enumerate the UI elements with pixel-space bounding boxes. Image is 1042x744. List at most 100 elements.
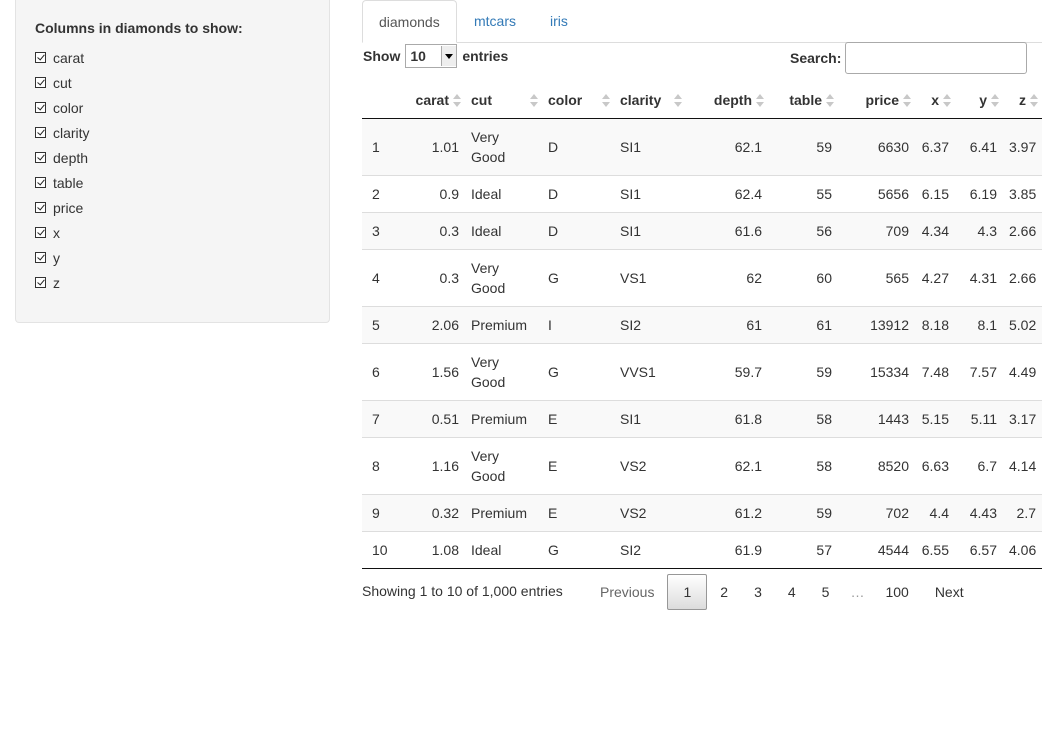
table-row[interactable]: 4 0.3 Very Good G VS1 62 60 565 4.27 4.31 2.66 [362, 249, 1042, 307]
checkbox-checked-icon[interactable] [35, 127, 46, 138]
table-cell: 6.37 [915, 118, 955, 176]
table-cell: 57 [768, 531, 838, 569]
table-cell: Very Good [465, 249, 542, 307]
checkbox-checked-icon[interactable] [35, 202, 46, 213]
column-checkbox-color[interactable]: color [35, 95, 90, 120]
table-cell: VS2 [614, 437, 686, 495]
checkbox-label: price [53, 199, 84, 216]
page-button-4[interactable]: 4 [775, 575, 809, 609]
column-header-label: price [865, 92, 899, 108]
table-cell: 13912 [838, 306, 915, 344]
column-checkbox-table[interactable]: table [35, 170, 90, 195]
table-cell: 62.1 [686, 437, 768, 495]
previous-page-button[interactable]: Previous [587, 575, 667, 609]
table-cell: 0.3 [409, 249, 465, 307]
table-cell: 61.9 [686, 531, 768, 569]
table-row[interactable]: 6 1.56 Very Good G VVS1 59.7 59 15334 7.48 7.57 4.… [362, 343, 1042, 401]
column-checkbox-y[interactable]: y [35, 245, 90, 270]
column-header-carat[interactable]: carat [409, 82, 465, 119]
table-row[interactable]: 3 0.3 Ideal D SI1 61.6 56 709 4.34 4.3 2.66 [362, 212, 1042, 250]
column-header-label: z [1019, 92, 1026, 108]
table-cell: VS2 [614, 494, 686, 532]
checkbox-label: depth [53, 149, 89, 166]
table-row[interactable]: 1 1.01 Very Good D SI1 62.1 59 6630 6.37 6.41 3.97 [362, 118, 1042, 176]
column-checkbox-clarity[interactable]: clarity [35, 120, 90, 145]
table-cell: 4544 [838, 531, 915, 569]
table-cell: 5.02 [1003, 306, 1042, 344]
table-row[interactable]: 2 0.9 Ideal D SI1 62.4 55 5656 6.15 6.19 3.85 [362, 175, 1042, 213]
page-button-5[interactable]: 5 [809, 575, 843, 609]
table-cell: 58 [768, 437, 838, 495]
tab-mtcars[interactable]: mtcars [458, 0, 532, 42]
column-header-z[interactable]: z [1003, 82, 1042, 119]
page-button-last[interactable]: 100 [872, 575, 921, 609]
table-cell: 5.11 [955, 400, 1003, 438]
column-checkbox-cut[interactable]: cut [35, 70, 90, 95]
column-header-y[interactable]: y [955, 82, 1003, 119]
checkbox-checked-icon[interactable] [35, 252, 46, 263]
page-button-3[interactable]: 3 [741, 575, 775, 609]
table-cell: 6.15 [915, 175, 955, 213]
checkbox-checked-icon[interactable] [35, 152, 46, 163]
checkbox-checked-icon[interactable] [35, 102, 46, 113]
sort-icon [826, 94, 834, 108]
checkbox-checked-icon[interactable] [35, 77, 46, 88]
table-cell: 8.18 [915, 306, 955, 344]
table-cell: Premium [465, 494, 542, 532]
table-cell: Ideal [465, 531, 542, 569]
checkbox-checked-icon[interactable] [35, 277, 46, 288]
checkbox-label: cut [53, 74, 72, 91]
search-input[interactable] [845, 42, 1027, 74]
table-row[interactable]: 7 0.51 Premium E SI1 61.8 58 1443 5.15 5.11 3.17 [362, 400, 1042, 438]
column-header-cut[interactable]: cut [465, 82, 542, 119]
table-cell: 61.2 [686, 494, 768, 532]
table-cell: G [542, 249, 614, 307]
column-header-price[interactable]: price [838, 82, 915, 119]
table-cell: 6 [362, 343, 409, 401]
table-cell: 2.7 [1003, 494, 1042, 532]
table-header-row: carat cut color clarity depth table price x y z [362, 82, 1042, 119]
table-cell: 6.7 [955, 437, 1003, 495]
column-header-depth[interactable]: depth [686, 82, 768, 119]
length-control: Show 10 entries [363, 44, 508, 68]
table-body: 1 1.01 Very Good D SI1 62.1 59 6630 6.37 6.41 3.97… [362, 118, 1042, 569]
next-page-button[interactable]: Next [922, 575, 977, 609]
table-cell: I [542, 306, 614, 344]
table-cell: 55 [768, 175, 838, 213]
table-cell: 2 [362, 175, 409, 213]
table-row[interactable]: 8 1.16 Very Good E VS2 62.1 58 8520 6.63 6.7 4.14 [362, 437, 1042, 495]
tab-diamonds[interactable]: diamonds [362, 0, 457, 43]
tab-iris[interactable]: iris [534, 0, 584, 42]
table-cell: 61.8 [686, 400, 768, 438]
table-cell: 4.06 [1003, 531, 1042, 569]
checkbox-label: color [53, 99, 84, 116]
table-row[interactable]: 10 1.08 Ideal G SI2 61.9 57 4544 6.55 6.57 4.06 [362, 531, 1042, 569]
table-cell: Very Good [465, 118, 542, 176]
table-row[interactable]: 5 2.06 Premium I SI2 61 61 13912 8.18 8.1 5.02 [362, 306, 1042, 344]
page-button-2[interactable]: 2 [707, 575, 741, 609]
column-checkbox-depth[interactable]: depth [35, 145, 90, 170]
table-cell: 5 [362, 306, 409, 344]
column-header-table[interactable]: table [768, 82, 838, 119]
column-checkbox-price[interactable]: price [35, 195, 90, 220]
table-cell: SI2 [614, 306, 686, 344]
checkbox-checked-icon[interactable] [35, 177, 46, 188]
column-header-color[interactable]: color [542, 82, 614, 119]
table-cell: 4.49 [1003, 343, 1042, 401]
column-header-clarity[interactable]: clarity [614, 82, 686, 119]
entries-per-page-select[interactable]: 10 [405, 44, 458, 68]
column-checkbox-z[interactable]: z [35, 270, 90, 295]
page-button-1[interactable]: 1 [667, 574, 708, 610]
table-cell: G [542, 343, 614, 401]
column-checkbox-carat[interactable]: carat [35, 45, 90, 70]
column-checkbox-x[interactable]: x [35, 220, 90, 245]
checkbox-checked-icon[interactable] [35, 52, 46, 63]
table-cell: 60 [768, 249, 838, 307]
checkbox-label: carat [53, 49, 85, 66]
checkbox-checked-icon[interactable] [35, 227, 46, 238]
column-header-x[interactable]: x [915, 82, 955, 119]
entries-per-page-value: 10 [410, 48, 426, 64]
table-row[interactable]: 9 0.32 Premium E VS2 61.2 59 702 4.4 4.43 2.7 [362, 494, 1042, 532]
table-cell: 709 [838, 212, 915, 250]
column-header-label: cut [471, 92, 492, 108]
